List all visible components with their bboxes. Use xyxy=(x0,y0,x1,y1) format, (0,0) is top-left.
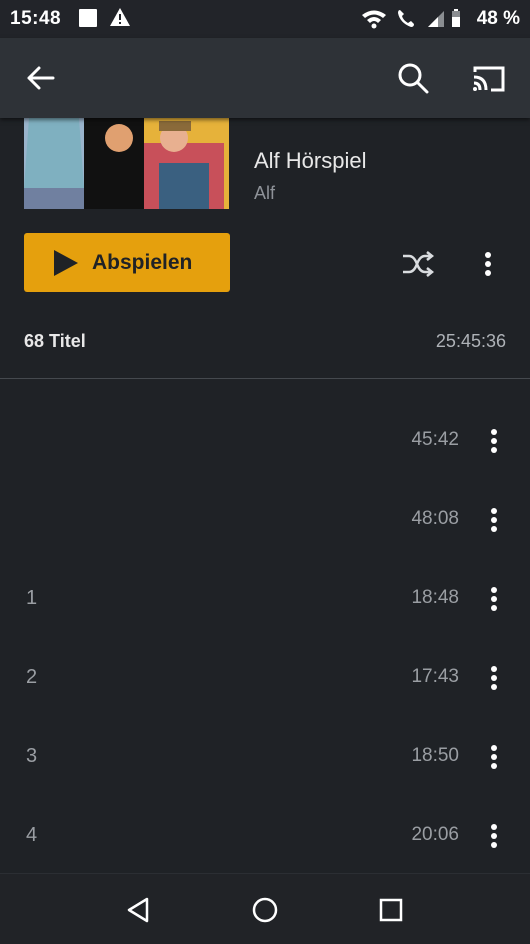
status-icons xyxy=(360,6,460,36)
track-more-button[interactable] xyxy=(472,498,516,542)
track-duration: 18:50 xyxy=(411,745,459,766)
play-icon xyxy=(54,249,78,276)
wifi-icon xyxy=(362,10,386,29)
track-row[interactable]: 1 18:48 xyxy=(0,559,530,638)
more-vert-icon xyxy=(491,824,497,848)
more-options-button[interactable] xyxy=(466,242,510,286)
more-vert-icon xyxy=(491,587,497,611)
search-icon xyxy=(398,63,429,94)
track-row[interactable]: 2 17:43 xyxy=(0,638,530,717)
battery-icon xyxy=(452,9,460,27)
notification-icon xyxy=(79,9,97,27)
track-row[interactable]: 4 20:06 xyxy=(0,796,530,875)
circle-home-icon xyxy=(252,897,278,923)
nav-home-button[interactable] xyxy=(243,888,287,932)
nav-recents-button[interactable] xyxy=(369,888,413,932)
call-icon xyxy=(398,10,414,27)
track-duration: 18:48 xyxy=(411,587,459,608)
play-button[interactable]: Abspielen xyxy=(24,233,230,292)
track-duration: 20:06 xyxy=(411,824,459,845)
track-row[interactable]: 3 18:50 xyxy=(0,717,530,796)
more-vert-icon xyxy=(491,745,497,769)
status-time: 15:48 xyxy=(10,8,62,29)
track-more-button[interactable] xyxy=(472,735,516,779)
warning-icon xyxy=(109,7,131,33)
track-more-button[interactable] xyxy=(472,656,516,700)
track-more-button[interactable] xyxy=(472,577,516,621)
track-number: 1 xyxy=(26,587,38,609)
more-vert-icon xyxy=(491,508,497,532)
album-artwork xyxy=(24,118,229,209)
track-duration: 48:08 xyxy=(411,508,459,529)
triangle-back-icon xyxy=(127,897,149,923)
track-number: 3 xyxy=(26,745,38,767)
back-button[interactable] xyxy=(19,56,63,100)
system-nav-bar xyxy=(0,873,530,944)
search-button[interactable] xyxy=(391,56,435,100)
track-row[interactable]: 48:08 xyxy=(0,480,530,559)
track-row[interactable]: 45:42 xyxy=(0,401,530,480)
nav-back-button[interactable] xyxy=(116,888,160,932)
signal-icon xyxy=(428,11,444,27)
cast-icon xyxy=(473,66,505,92)
more-vert-icon xyxy=(491,429,497,453)
more-vert-icon xyxy=(491,666,497,690)
track-number: 4 xyxy=(26,824,38,846)
arrow-left-icon xyxy=(27,66,55,90)
track-number: 2 xyxy=(26,666,38,688)
track-count: 68 Titel xyxy=(24,331,86,351)
app-bar xyxy=(0,38,530,118)
album-artist[interactable]: Alf xyxy=(254,183,275,204)
track-more-button[interactable] xyxy=(472,814,516,858)
battery-percent: 48 % xyxy=(476,8,520,29)
track-duration: 17:43 xyxy=(411,666,459,687)
track-duration: 45:42 xyxy=(411,429,459,450)
shuffle-icon xyxy=(403,251,435,277)
more-vert-icon xyxy=(485,252,491,276)
cast-button[interactable] xyxy=(467,56,511,100)
album-title: Alf Hörspiel xyxy=(254,148,367,173)
play-button-label: Abspielen xyxy=(92,250,193,274)
shuffle-button[interactable] xyxy=(396,242,440,286)
square-recents-icon xyxy=(379,898,403,922)
total-duration: 25:45:36 xyxy=(435,331,506,351)
divider xyxy=(0,378,530,379)
track-more-button[interactable] xyxy=(472,419,516,463)
status-bar: 15:48 48 % xyxy=(0,0,530,38)
